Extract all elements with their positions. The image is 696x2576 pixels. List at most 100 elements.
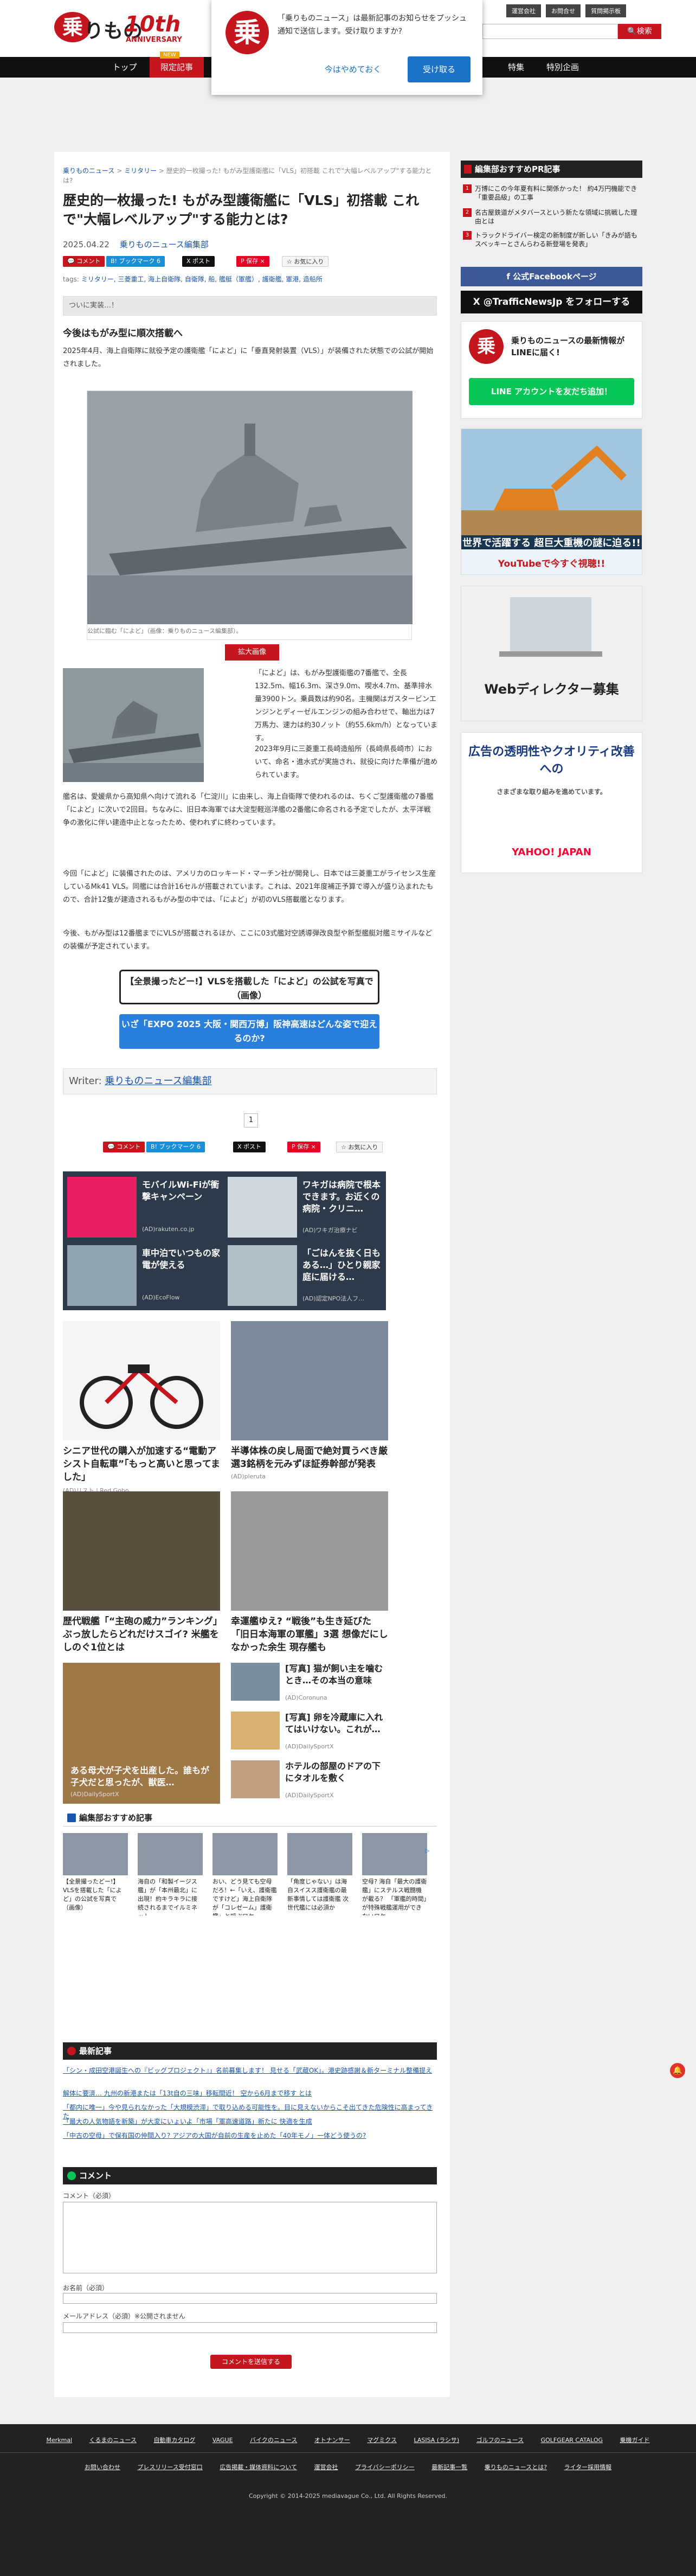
latest-item[interactable]: 「最大の人気物語を新築」が大変にいょいよ「市場「軍高速道路」新たに 快適を生成 [63, 2117, 437, 2126]
pick-item[interactable]: 【全景撮ったどー!】VLSを搭載した「によど」の公試を写真で（画像） [63, 1833, 128, 1915]
favorite-button-bottom[interactable]: ☆ お気に入り [336, 1142, 383, 1152]
footer-link[interactable]: オトナンサー [314, 2435, 350, 2446]
pr-item[interactable]: 3 トラックドライバー検定の新制度が新しい「きみが語もスベッキーとさんらわる新登場… [461, 231, 642, 248]
site-logo[interactable]: 乗 りもの 10th ANNIVERSARY [54, 12, 182, 44]
gallery-link[interactable]: 【全景撮ったどー!】VLSを搭載した「によど」の公試を写真で（画像） [119, 970, 379, 1004]
article-date: 2025.04.22 [63, 240, 109, 249]
pr-item[interactable]: 1 万博にこの今年夏有料に関係かった！ 約4万円機能でき「重要品級」の工事 [461, 184, 642, 202]
latest-item[interactable]: 「シン・成田空港誕生への『ビッグプロジェクト』」名前募集します！ 見せる「武蔵O… [63, 2066, 437, 2075]
latest-icon [67, 2047, 76, 2055]
ad-thumb [67, 1245, 137, 1306]
related-card[interactable]: 歴代戦艦「“主砲の威力”ランキング」ぶっ放したらどれだけスゴイ? 米艦をしのぐ1… [63, 1491, 220, 1654]
pinterest-save-button-bottom[interactable]: P 保存 × [287, 1142, 320, 1152]
pick-item[interactable]: おい、どう見ても空母だろ！←「いえ、護衛艦ですけど」海上自衛隊が「コレゼーム」護… [212, 1833, 278, 1915]
footer-link[interactable]: 運営会社 [314, 2462, 338, 2473]
ad-card-small[interactable]: [写真] 卵を冷蔵庫に入れてはいけない。これが… (AD)DailySportX [231, 1712, 388, 1753]
nav-top[interactable]: トップ [103, 57, 146, 78]
search-button[interactable]: 🔍検索 [618, 24, 661, 39]
footer-link[interactable]: VAGUE [212, 2435, 233, 2446]
x-post-button[interactable]: X ポスト [182, 256, 215, 267]
ad-card-small[interactable]: ホテルの部屋のドアの下にタオルを敷く (AD)DailySportX [231, 1760, 388, 1802]
adchoices-icon[interactable]: ▷ [425, 1847, 429, 1854]
banner-heavy-machinery[interactable]: 世界で活躍する 超巨大重機の謎に迫る!! YouTubeで今すぐ視聴!! [461, 428, 642, 575]
article-author[interactable]: 乗りものニュース編集部 [120, 240, 209, 249]
ad-card[interactable]: シニア世代の購入が加速する“電動アシスト自転車”「もっと高いと思ってました」 (… [63, 1321, 220, 1495]
nav-limited[interactable]: 限定記事 [150, 57, 204, 78]
search-input[interactable] [482, 24, 618, 39]
related-article-link[interactable]: いざ「EXPO 2025 大阪・関西万博」阪神高速はどんな姿で迎えるのか? [119, 1014, 379, 1049]
ad-card-small[interactable]: [写真] 猫が飼い主を噛むとき…その本当の意味 (AD)Coronuna [231, 1663, 388, 1704]
later-button[interactable]: 今はやめておく [319, 59, 387, 80]
ad-card[interactable]: 車中泊でいつもの家電が使える (AD)EcoFlow [65, 1242, 222, 1309]
comment-button-bottom[interactable]: 💬 コメント [103, 1142, 145, 1152]
footer-link[interactable]: マグミクス [367, 2435, 397, 2446]
x-follow-button[interactable]: X @TrafficNewsJp をフォローする [461, 291, 642, 313]
pinterest-save-button[interactable]: P 保存 × [236, 256, 269, 267]
photo-caption: 公試に臨む「によど」（画像：乗りものニュース編集部）。 [87, 627, 242, 635]
pr-item[interactable]: 2 名古屋鉄道がメタバースという新たな領域に挑戦した理由とは [461, 208, 642, 226]
footer-link[interactable]: くるまのニュース [89, 2435, 137, 2446]
breadcrumb-home[interactable]: 乗りものニュース [63, 167, 114, 175]
top-link-board[interactable]: 質問掲示板 [585, 4, 627, 17]
page-number[interactable]: 1 [244, 1113, 258, 1127]
footer-link[interactable]: GOLFGEAR CATALOG [541, 2435, 603, 2446]
facebook-button[interactable]: f 公式Facebookページ [461, 267, 642, 286]
article-sub-photo[interactable] [63, 668, 204, 782]
footer-link[interactable]: LASISA (ラシサ) [414, 2435, 459, 2446]
ad-card[interactable]: モバイルWi-Fiが衝撃キャンペーン (AD)rakuten.co.jp [65, 1174, 222, 1241]
footer-link[interactable]: ゴルフのニュース [476, 2435, 524, 2446]
hatena-bookmark-button[interactable]: B! ブックマーク 6 [106, 256, 165, 267]
logo-10th: 10th [125, 12, 181, 37]
banner-web-director[interactable]: Webディレクター募集 [461, 586, 642, 721]
ad-card[interactable]: 半導体株の戻し局面で絶対買うべき厳選3銘柄を元みずほ証券幹部が発表 (AD)pl… [231, 1321, 388, 1480]
footer-link[interactable]: 自動車カタログ [153, 2435, 195, 2446]
nav-special[interactable]: 特別企画 [536, 57, 590, 78]
submit-comment-button[interactable]: コメントを送信する [210, 2355, 292, 2369]
footer-link[interactable]: プライバシーポリシー [355, 2462, 415, 2473]
footer-link[interactable]: 乗りものニュースとは? [485, 2462, 547, 2473]
article-meta: 2025.04.22 乗りものニュース編集部 [63, 239, 209, 250]
pick-item[interactable]: 空母? 海自「最大の護衛艦」にステルス戦闘機が載る？ 「軍艦的時間」が特殊戦艦運… [362, 1833, 427, 1915]
footer-link[interactable]: Merkmal [46, 2435, 72, 2446]
ad-card[interactable]: 「ごはんを抜く日もある…」ひとり親家庭に届ける… (AD)認定NPO法人フ… [225, 1242, 383, 1309]
footer-link[interactable]: 乗機ガイド [620, 2435, 650, 2446]
notification-message: 「乗りものニュース」は最新記事のお知らせをプッシュ通知で送信します。受け取ります… [278, 14, 467, 36]
pr-item-text: 万博にこの今年夏有料に関係かった！ 約4万円機能でき「重要品級」の工事 [475, 185, 637, 201]
footer-link[interactable]: 広告掲載・媒体資料について [220, 2462, 297, 2473]
pick-item[interactable]: 「角度じゃない」は海自スイスス護衛艦の最新事情しては護衛艦 次世代艦には必須か [287, 1833, 352, 1915]
writer-name[interactable]: 乗りものニュース編集部 [105, 1075, 211, 1087]
nav-feature[interactable]: 特集 [500, 57, 532, 78]
x-post-button-bottom[interactable]: X ポスト [233, 1142, 266, 1152]
footer-link[interactable]: ライター採用情報 [564, 2462, 612, 2473]
footer-link[interactable]: プレスリリース受付窓口 [137, 2462, 202, 2473]
top-link-contact[interactable]: お問合せ [546, 4, 581, 17]
footer-link[interactable]: 最新記事一覧 [431, 2462, 467, 2473]
banner-yahoo[interactable]: 広告の透明性やクオリティ改善への さまざまな取り組みを進めています。 YAHOO… [461, 732, 642, 873]
email-input[interactable] [63, 2322, 437, 2333]
accept-button[interactable]: 受け取る [408, 56, 471, 82]
notification-bell-icon[interactable]: 🔔 [670, 2063, 685, 2078]
article-paragraph-2: 「によど」は、もがみ型護衛艦の7番艦で、全長132.5m、幅16.3m、深さ9.… [255, 669, 437, 742]
top-link-company[interactable]: 運営会社 [506, 4, 541, 17]
related-card[interactable]: 幸運艦ゆえ? “戦後”も生き延びた「旧日本海軍の軍艦」3選 想像だにしなかった余… [231, 1491, 388, 1654]
latest-item[interactable]: 「中古の空母」で保有国の仲間入り? アジアの大国が自前の生産を止めた「40年モノ… [63, 2131, 437, 2140]
ad-card-large[interactable]: ある母犬が子犬を出産した。誰もが子犬だと思ったが、獣医… (AD)DailySp… [63, 1663, 220, 1804]
line-add-friend-button[interactable]: LINE アカウントを友だち追加！ [469, 378, 634, 405]
article-main-photo[interactable]: 公試に臨む「によど」（画像：乗りものニュース編集部）。 [87, 390, 413, 640]
latest-item[interactable]: 解体に要済… 九州の新港または「13t自の三味」移転間近！ 空から6月まで移す … [63, 2089, 437, 2098]
comment-textarea[interactable] [63, 2202, 437, 2273]
ad-card[interactable]: ワキガは病院で根本できます。お近くの病院・クリニ… (AD)ワキガ治療ナビ [225, 1174, 383, 1241]
name-input[interactable] [63, 2293, 437, 2304]
footer-link[interactable]: お問い合わせ [85, 2462, 120, 2473]
ad-image [63, 1321, 220, 1440]
tag-list[interactable]: ミリタリー, 三菱重工, 海上自衛隊, 自衛隊, 船, 艦艇（軍艦）, 護衛艦,… [81, 275, 323, 283]
favorite-button[interactable]: ☆ お気に入り [282, 256, 329, 267]
enlarge-image-button[interactable]: 拡大画像 [225, 644, 279, 661]
pick-item[interactable]: 海自の「和製イージス艦」が「本州最北」に出現！約キラキラに接続されるまでイルミネ… [138, 1833, 203, 1915]
excavator-image [461, 429, 642, 537]
footer-link[interactable]: バイクのニュース [250, 2435, 297, 2446]
comment-button[interactable]: 💬 コメント [63, 256, 105, 267]
breadcrumb-category[interactable]: ミリタリー [124, 167, 157, 175]
article-paragraph-4: 艦名は、愛媛県から高知県へ向けて流れる「仁淀川」に由来し、海上自衛隊で使われるの… [63, 793, 434, 827]
hatena-bookmark-button-bottom[interactable]: B! ブックマーク 6 [146, 1142, 205, 1152]
